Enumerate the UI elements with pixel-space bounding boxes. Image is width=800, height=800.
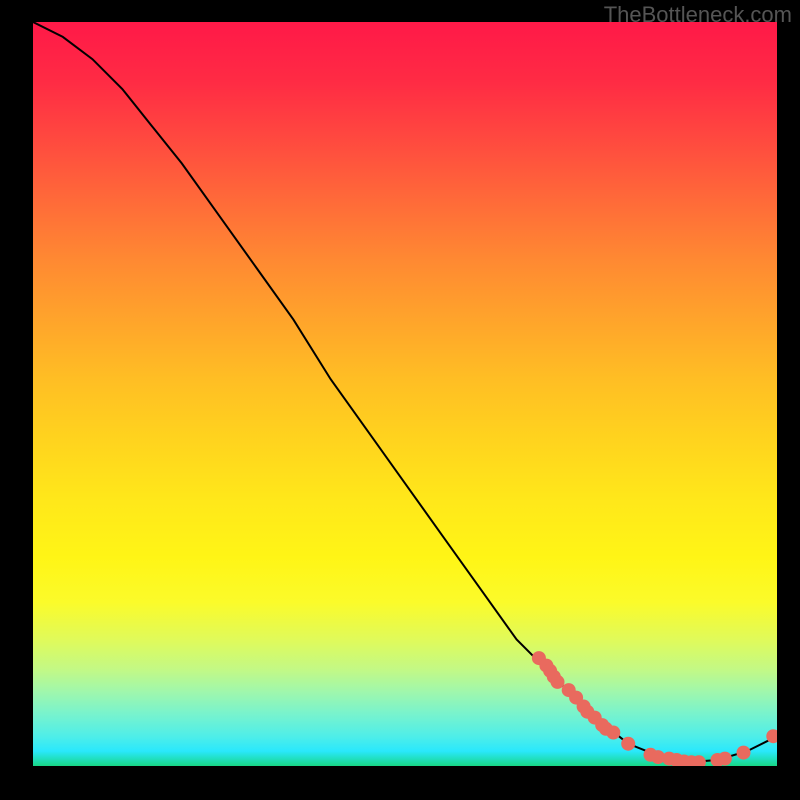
watermark-text: TheBottleneck.com: [604, 2, 792, 28]
data-point: [606, 726, 620, 740]
data-point: [551, 675, 565, 689]
data-point: [621, 737, 635, 751]
data-point: [766, 729, 777, 743]
data-point: [718, 752, 732, 766]
data-points-layer: [33, 22, 777, 766]
data-point: [737, 746, 751, 760]
